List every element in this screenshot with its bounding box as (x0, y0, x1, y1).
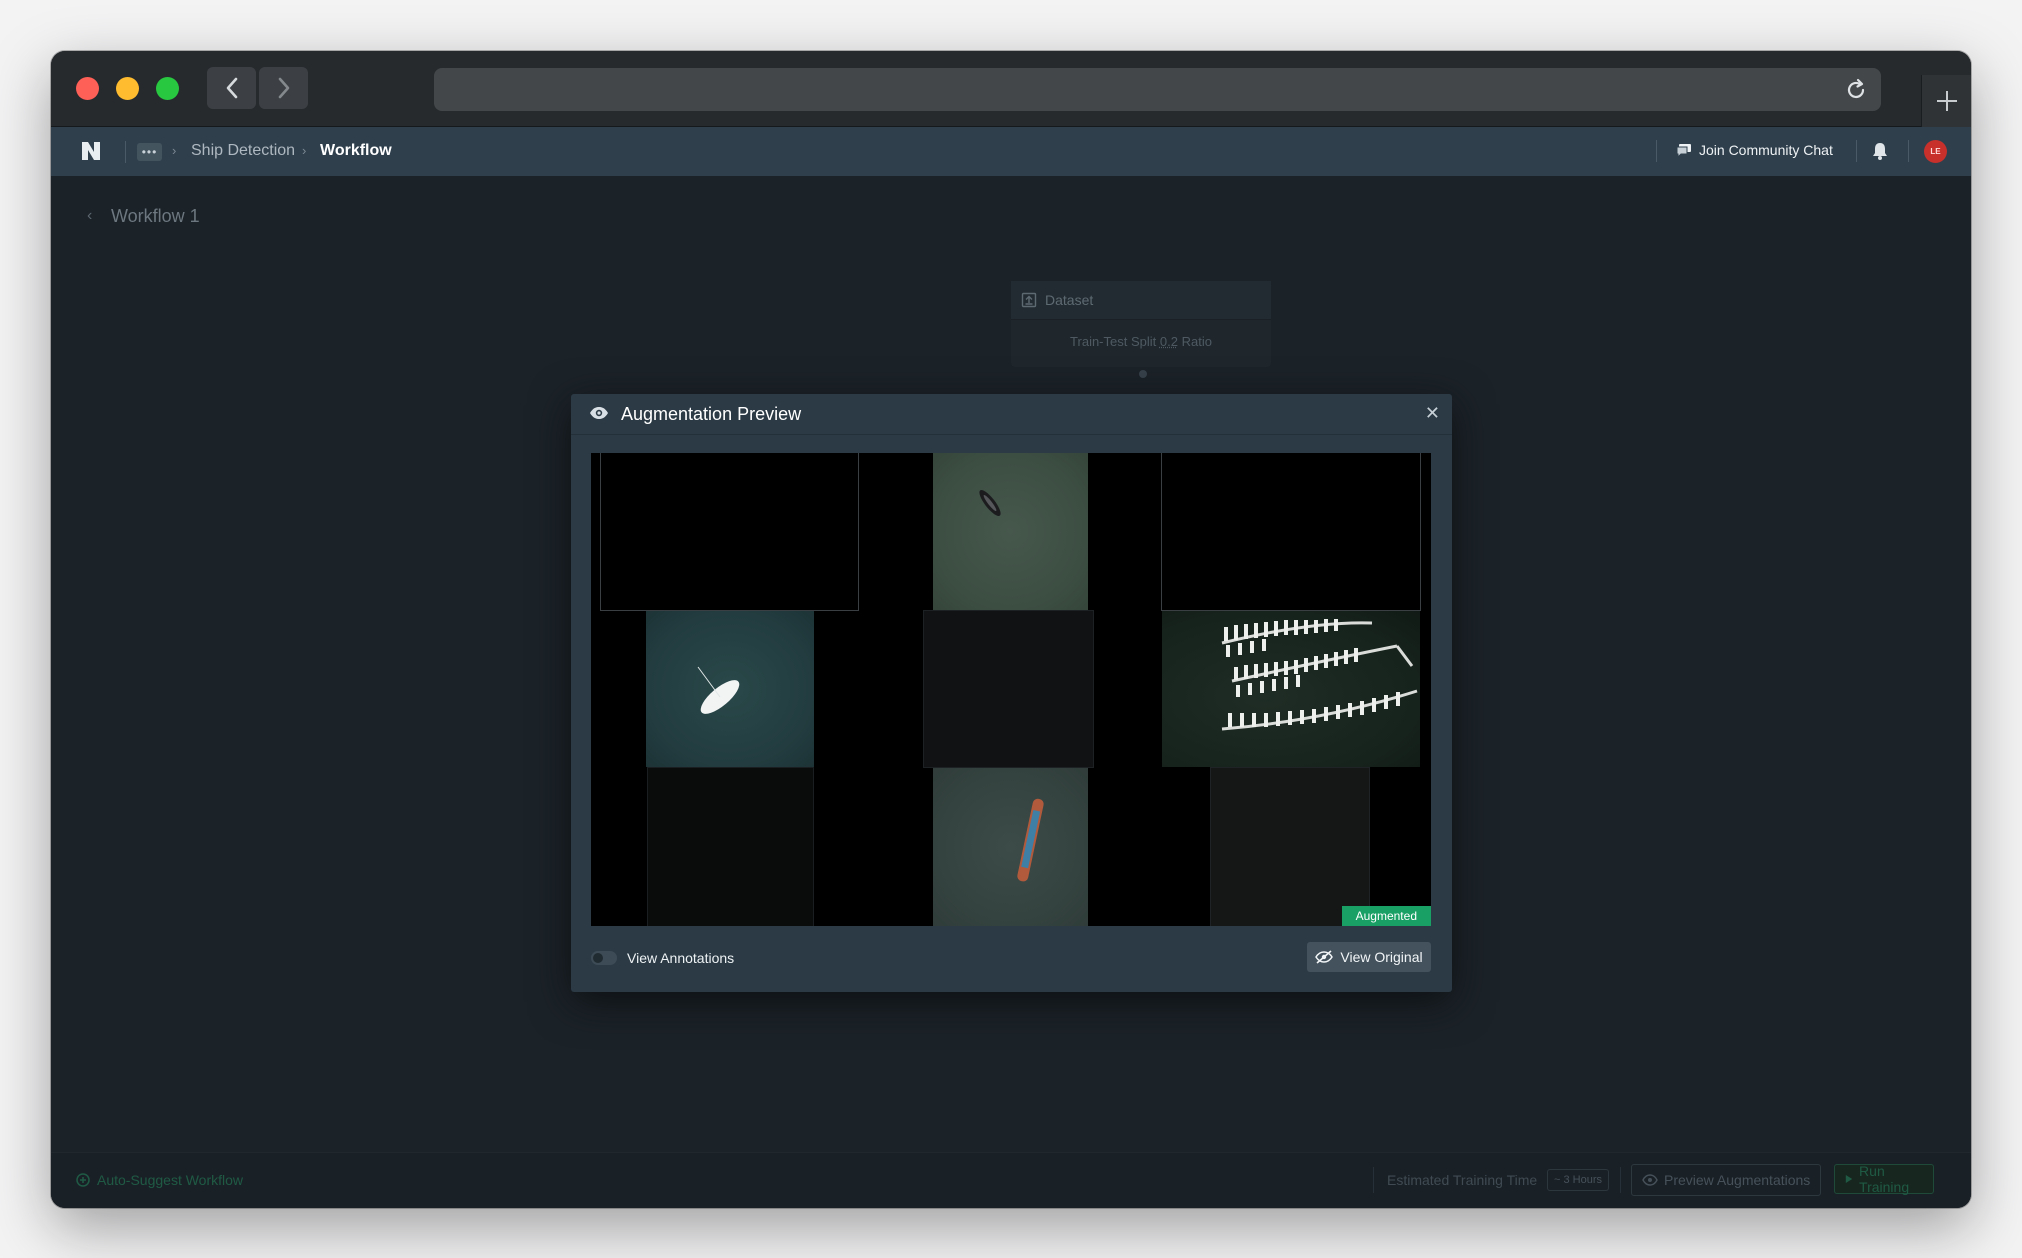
footer-divider (1620, 1167, 1621, 1193)
dataset-node-title: Dataset (1045, 292, 1094, 308)
augmented-image-tile (600, 453, 859, 611)
augmented-badge: Augmented (1341, 906, 1431, 926)
ship-image (979, 490, 1001, 516)
join-community-chat-label: Join Community Chat (1699, 142, 1833, 158)
footer-divider (1373, 1167, 1374, 1193)
augmented-image-tile (647, 767, 814, 926)
estimated-training-time-label: Estimated Training Time (1387, 1172, 1538, 1188)
auto-suggest-workflow-button[interactable]: Auto-Suggest Workflow (75, 1172, 243, 1188)
more-breadcrumbs-button[interactable]: ••• (137, 143, 162, 161)
maximize-window-button[interactable] (156, 77, 179, 100)
chevron-right-icon (278, 77, 289, 99)
augmented-image-tile (1162, 611, 1420, 767)
preview-augmentations-label: Preview Augmentations (1664, 1172, 1811, 1188)
app-logo[interactable] (79, 139, 103, 163)
augmentation-preview-modal: Augmentation Preview ✕ Augmented View An… (571, 394, 1452, 992)
eye-icon (1642, 1174, 1658, 1186)
minimize-window-button[interactable] (116, 77, 139, 100)
eye-off-icon (1315, 950, 1334, 964)
chevron-left-icon (226, 77, 237, 99)
augmentation-image-grid: Augmented (591, 453, 1431, 926)
ship-image (697, 666, 740, 714)
header-divider (1656, 140, 1657, 162)
app-header: ••• › Ship Detection › Workflow Join Com… (51, 127, 1971, 176)
augmented-image-tile (1210, 767, 1370, 926)
augmented-image-tile (933, 768, 1088, 926)
header-divider (1908, 140, 1909, 162)
split-suffix: Ratio (1181, 334, 1212, 349)
estimated-training-time-badge: ~ 3 Hours (1547, 1169, 1609, 1191)
dataset-node[interactable]: Dataset Train-Test Split 0.2 Ratio (1011, 281, 1271, 367)
back-chevron-icon[interactable]: ‹ (87, 207, 92, 225)
chat-icon (1676, 143, 1691, 158)
split-prefix: Train-Test Split (1070, 334, 1157, 349)
play-icon (1845, 1174, 1853, 1184)
reload-icon[interactable] (1843, 77, 1869, 103)
ship-image (1017, 798, 1044, 882)
run-training-button[interactable]: Run Training (1834, 1163, 1934, 1195)
view-original-button[interactable]: View Original (1307, 942, 1431, 972)
avatar[interactable]: LE (1924, 140, 1947, 163)
close-window-button[interactable] (76, 77, 99, 100)
header-divider (125, 141, 126, 163)
run-training-label: Run Training (1859, 1163, 1910, 1195)
auto-suggest-label: Auto-Suggest Workflow (97, 1172, 244, 1188)
modal-footer: View Annotations View Original (571, 937, 1452, 992)
view-annotations-label: View Annotations (627, 950, 735, 966)
workflow-footer: Auto-Suggest Workflow Estimated Training… (51, 1152, 1971, 1208)
augmented-image-tile (646, 611, 814, 767)
workflow-title: Workflow 1 (111, 206, 200, 226)
magic-icon (76, 1173, 90, 1187)
browser-forward-button[interactable] (259, 67, 308, 109)
node-connector-handle[interactable] (1139, 370, 1147, 378)
split-value[interactable]: 0.2 (1160, 334, 1178, 349)
close-icon[interactable]: ✕ (1425, 403, 1440, 424)
browser-toolbar (51, 51, 1971, 127)
augmented-image-tile (1161, 453, 1421, 611)
view-annotations-toggle[interactable] (591, 951, 617, 965)
address-bar[interactable] (434, 68, 1881, 111)
browser-back-button[interactable] (207, 67, 256, 109)
augmented-image-tile (923, 610, 1094, 768)
dataset-node-header: Dataset (1011, 281, 1271, 320)
bell-icon[interactable] (1871, 141, 1889, 161)
marina-image (1221, 619, 1418, 731)
new-tab-button[interactable] (1921, 75, 1971, 127)
augmented-image-tile (933, 453, 1088, 610)
modal-title: Augmentation Preview (621, 404, 802, 424)
header-divider (1856, 140, 1857, 162)
eye-icon (590, 407, 608, 419)
breadcrumb-separator-icon: › (172, 143, 177, 158)
browser-window: ••• › Ship Detection › Workflow Join Com… (51, 51, 1971, 1208)
upload-icon (1021, 292, 1037, 308)
breadcrumb-ship-detection[interactable]: Ship Detection (191, 142, 295, 160)
breadcrumb-separator-icon: › (302, 143, 307, 158)
join-community-chat-link[interactable]: Join Community Chat (1676, 142, 1833, 158)
dataset-node-body: Train-Test Split 0.2 Ratio (1011, 320, 1271, 349)
modal-header: Augmentation Preview ✕ (571, 394, 1452, 435)
view-original-label: View Original (1340, 949, 1423, 965)
preview-augmentations-button[interactable]: Preview Augmentations (1631, 1164, 1822, 1196)
plus-icon (1937, 91, 1957, 111)
breadcrumb-workflow: Workflow (320, 142, 392, 159)
